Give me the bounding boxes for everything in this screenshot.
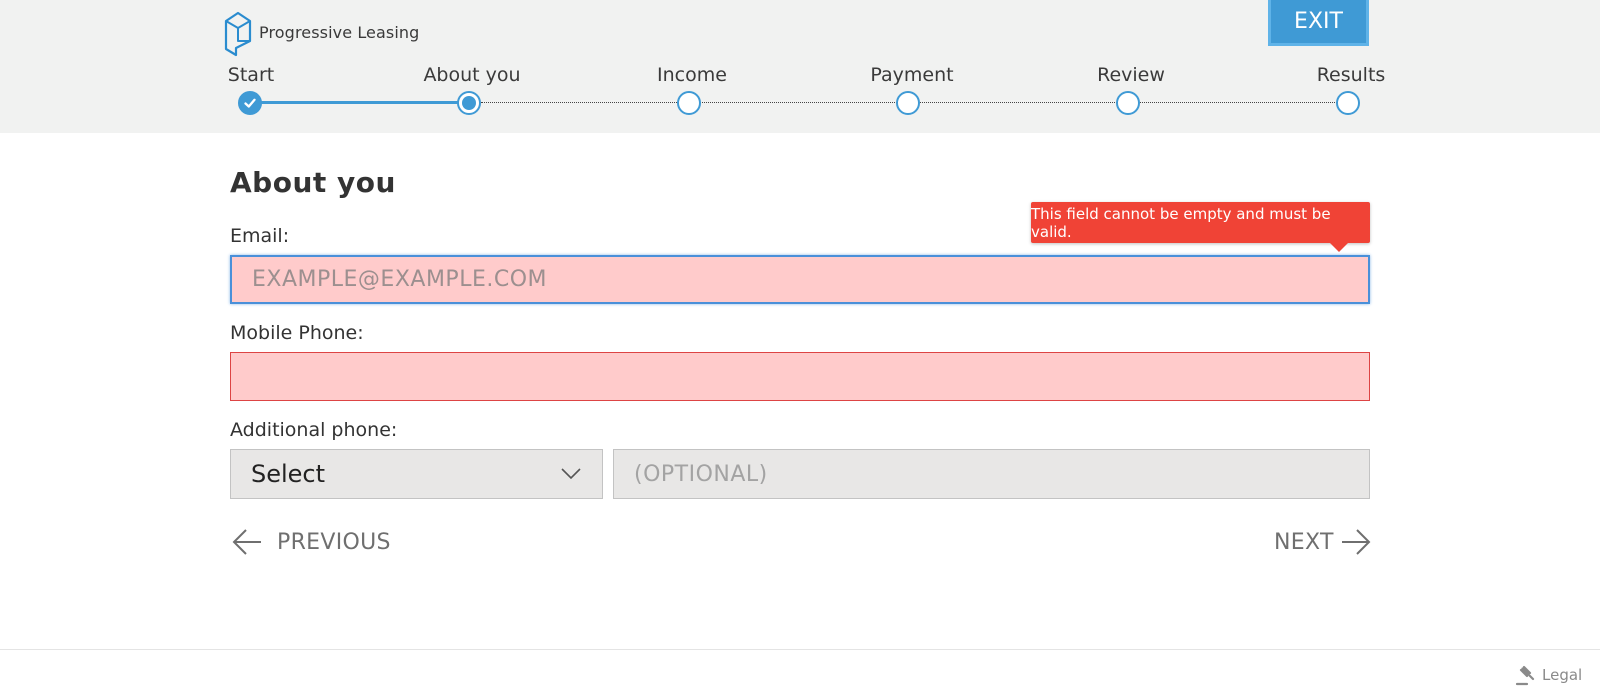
email-placeholder: EXAMPLE@EXAMPLE.COM (252, 267, 548, 292)
step-label-start: Start (227, 64, 275, 86)
legal-link[interactable]: Legal (1515, 664, 1582, 686)
legal-label: Legal (1542, 666, 1583, 684)
next-button[interactable]: NEXT (1274, 525, 1372, 559)
previous-label: PREVIOUS (277, 529, 391, 555)
step-label-income: Income (657, 64, 727, 86)
step-payment-dot (896, 91, 920, 115)
additional-phone-placeholder: (OPTIONAL) (634, 461, 768, 487)
step-label-review: Review (1097, 64, 1165, 86)
step-label-about-you: About you (423, 64, 521, 86)
gavel-icon (1515, 665, 1535, 686)
arrow-left-icon (232, 529, 261, 555)
progress-line-complete (250, 101, 469, 104)
email-error-tooltip: This field cannot be empty and must be v… (1031, 202, 1370, 252)
email-field[interactable]: EXAMPLE@EXAMPLE.COM (230, 255, 1370, 304)
previous-button[interactable]: PREVIOUS (231, 525, 391, 559)
progress-stepper: Start About you Income Payment Review Re… (0, 0, 1600, 133)
page-title: About you (230, 166, 396, 199)
phone-type-select[interactable]: Select (230, 449, 603, 499)
arrow-right-icon (1341, 529, 1371, 555)
step-about-you-dot (457, 91, 481, 115)
mobile-phone-field[interactable] (230, 352, 1370, 401)
next-label: NEXT (1274, 529, 1334, 555)
step-income-dot (677, 91, 701, 115)
email-label: Email: (230, 225, 290, 247)
step-results-dot (1336, 91, 1360, 115)
chevron-down-icon (561, 468, 581, 480)
step-review-dot (1116, 91, 1140, 115)
additional-phone-label: Additional phone: (230, 419, 398, 441)
additional-phone-input[interactable]: (OPTIONAL) (613, 449, 1370, 499)
mobile-phone-label: Mobile Phone: (230, 322, 364, 344)
step-start-check-icon (238, 91, 262, 115)
phone-type-selected: Select (251, 460, 326, 488)
header-bar: Progressive Leasing EXIT Start About you… (0, 0, 1600, 133)
step-label-payment: Payment (870, 64, 954, 86)
footer-divider (0, 649, 1600, 650)
step-label-results: Results (1316, 64, 1386, 86)
